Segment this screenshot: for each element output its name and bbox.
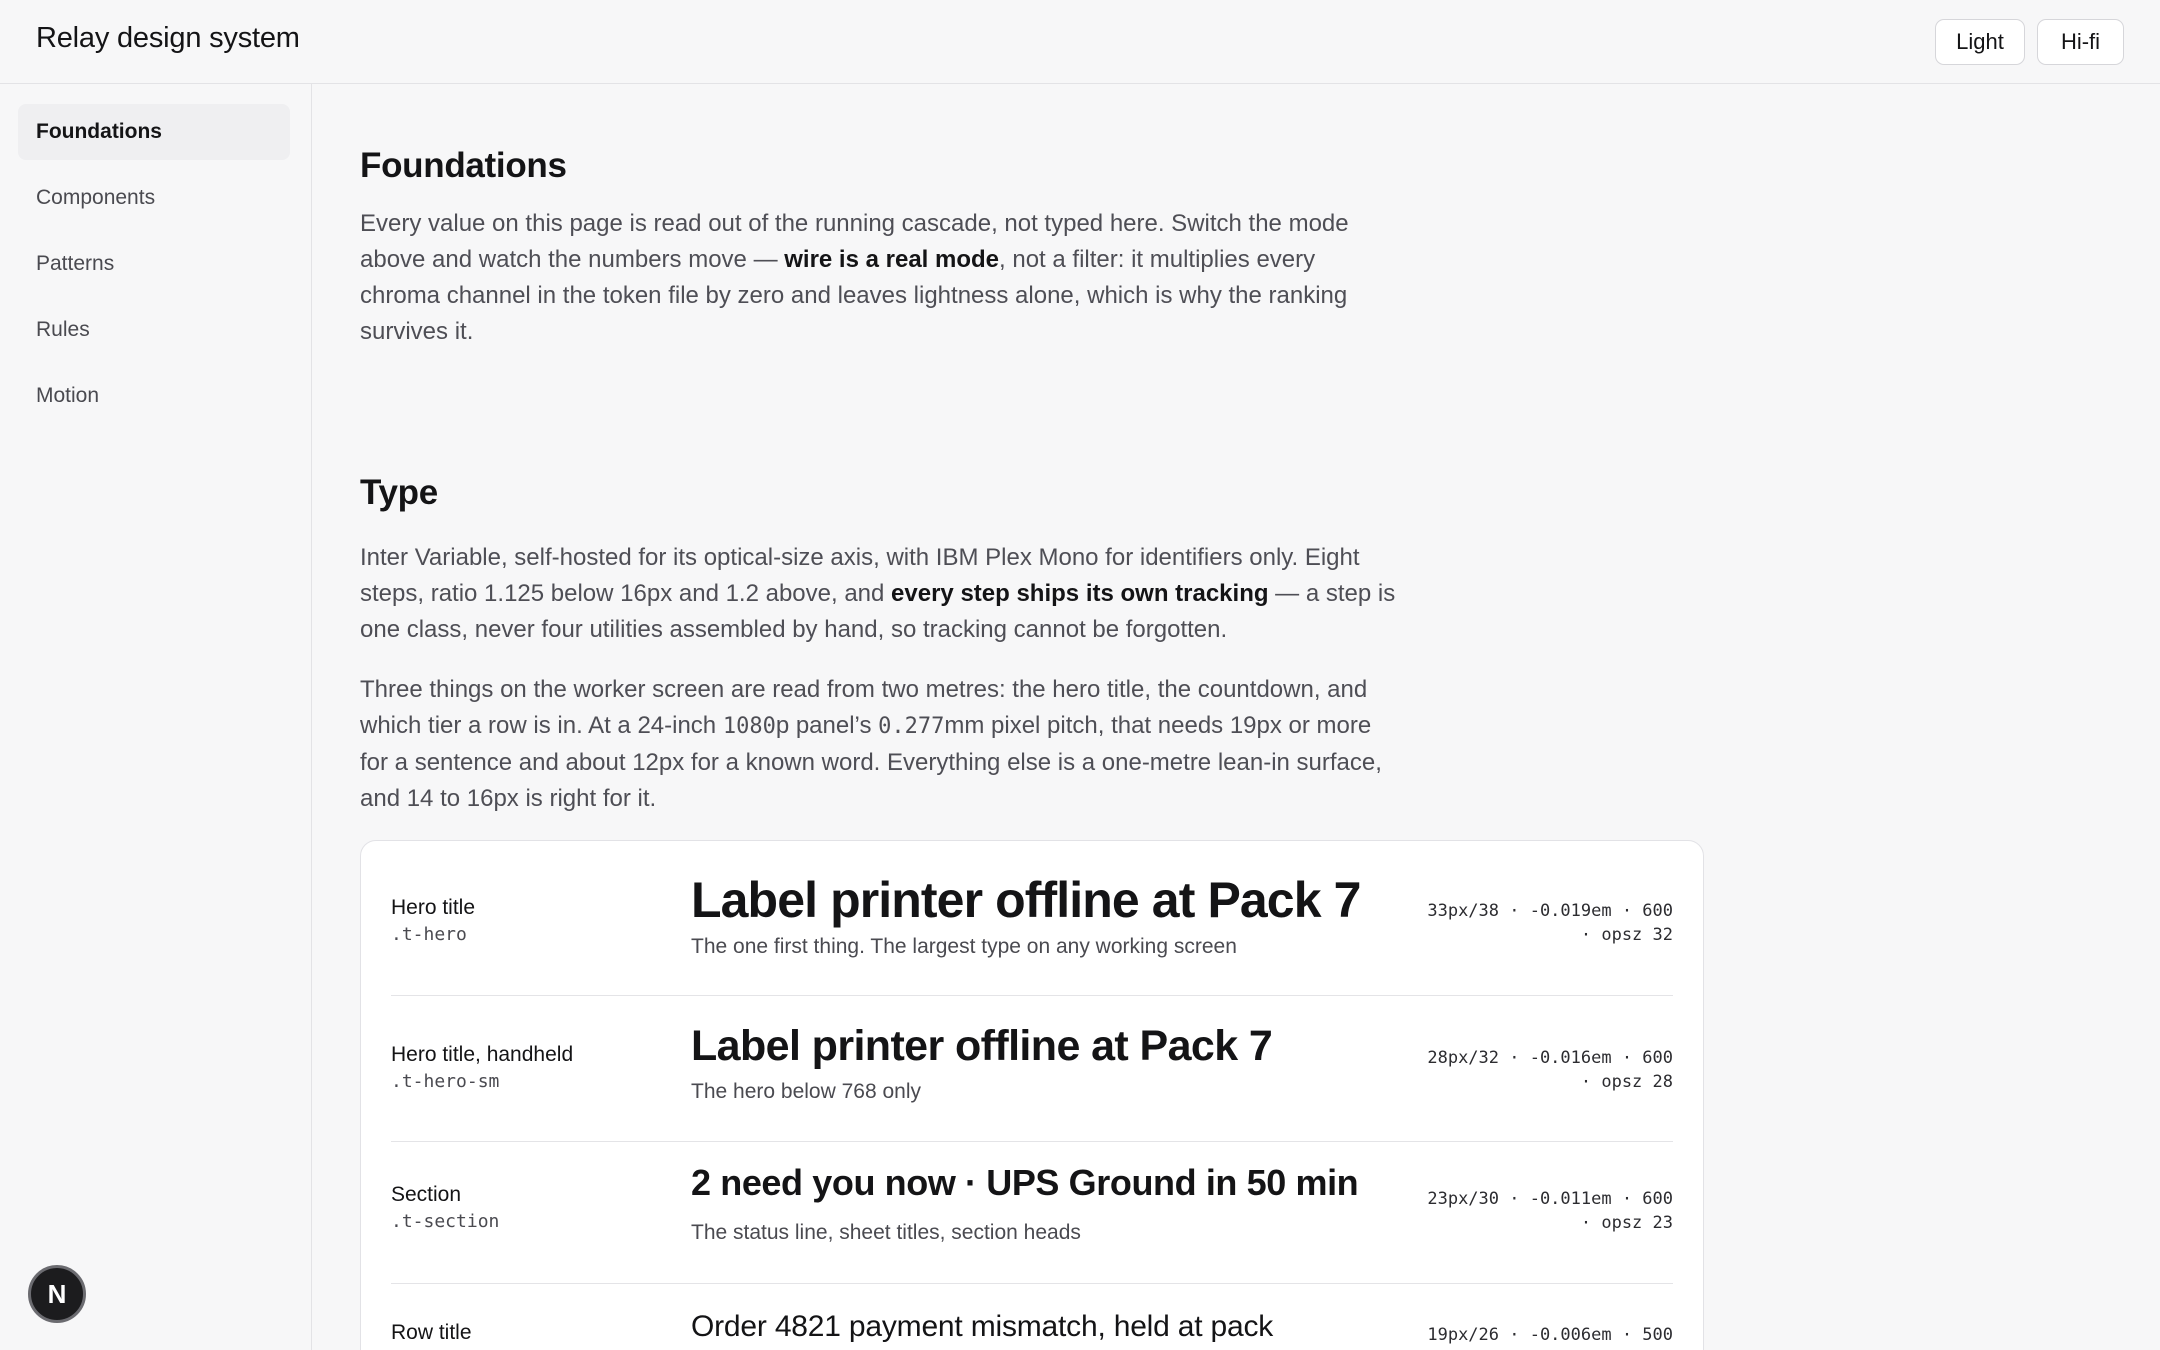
- type-heading: Type: [360, 473, 438, 512]
- emphasis-wire-mode: wire is a real mode: [784, 246, 1000, 273]
- next-badge-button[interactable]: N: [28, 1265, 86, 1323]
- sidebar-item-foundations[interactable]: Foundations: [18, 104, 290, 160]
- sidebar-item-components[interactable]: Components: [18, 170, 290, 226]
- sidebar-item-patterns[interactable]: Patterns: [18, 236, 290, 292]
- type-row-sample: Order 4821 payment mismatch, held at pac…: [691, 1310, 1274, 1343]
- type-row-name: Row title: [391, 1321, 472, 1344]
- top-bar: Relay design system Light Hi-fi: [0, 0, 2160, 84]
- type-row-row-title: Row title Order 4821 payment mismatch, h…: [391, 1284, 1673, 1350]
- type-row-name: Hero title: [391, 896, 476, 919]
- type-row-hero: Hero title .t-hero Label printer offline…: [391, 841, 1673, 996]
- type-row-sample: Label printer offline at Pack 7: [691, 872, 1361, 928]
- sidebar: Foundations Components Patterns Rules Mo…: [0, 84, 312, 1350]
- sidebar-item-motion[interactable]: Motion: [18, 368, 290, 424]
- foundations-heading: Foundations: [360, 146, 567, 185]
- type-row-sample: 2 need you now · UPS Ground in 50 min: [691, 1162, 1359, 1203]
- main-content: Foundations Every value on this page is …: [360, 84, 2160, 1350]
- mode-hifi-button[interactable]: Hi-fi: [2037, 19, 2124, 65]
- type-row-sample: Label printer offline at Pack 7: [691, 1022, 1273, 1070]
- mode-light-button[interactable]: Light: [1935, 19, 2025, 65]
- type-row-section: Section .t-section 2 need you now · UPS …: [391, 1142, 1673, 1284]
- type-row-spec: 33px/38 · -0.019em · 600 · opsz 32: [1427, 901, 1673, 945]
- type-row-note: The hero below 768 only: [691, 1080, 921, 1103]
- type-intro: Inter Variable, self-hosted for its opti…: [360, 544, 1396, 643]
- type-row-note: The one first thing. The largest type on…: [691, 935, 1237, 958]
- type-row-name: Hero title, handheld: [391, 1043, 574, 1066]
- type-row-class: .t-hero-sm: [391, 1071, 500, 1092]
- type-row-class: .t-section: [391, 1211, 500, 1232]
- app-title: Relay design system: [36, 22, 300, 54]
- type-row-name: Section: [391, 1183, 462, 1206]
- sidebar-item-rules[interactable]: Rules: [18, 302, 290, 358]
- type-row-note: The status line, sheet titles, section h…: [691, 1221, 1081, 1244]
- type-row-spec: 19px/26 · -0.006em · 500: [1427, 1325, 1673, 1345]
- type-row-class: .t-hero: [391, 924, 467, 945]
- type-legibility: Three things on the worker screen are re…: [360, 676, 1382, 812]
- emphasis-tracking: every step ships its own tracking: [891, 580, 1269, 607]
- foundations-intro: Every value on this page is read out of …: [360, 210, 1349, 345]
- type-row-spec: 28px/32 · -0.016em · 600 · opsz 28: [1427, 1048, 1673, 1092]
- type-row-hero-sm: Hero title, handheld .t-hero-sm Label pr…: [391, 996, 1673, 1141]
- type-scale-card: Hero title .t-hero Label printer offline…: [360, 840, 1704, 1350]
- type-row-spec: 23px/30 · -0.011em · 600 · opsz 23: [1427, 1189, 1673, 1233]
